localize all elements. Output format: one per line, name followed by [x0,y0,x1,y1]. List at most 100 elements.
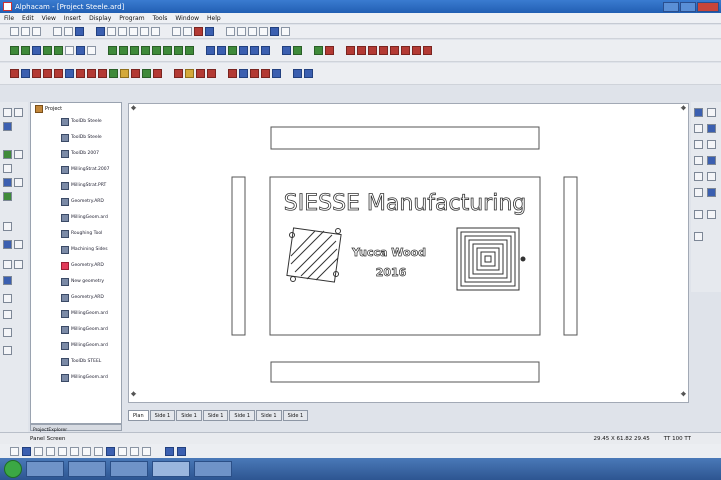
chain-icon[interactable] [3,222,12,231]
arc-icon[interactable] [21,46,30,55]
color-3-icon[interactable] [368,46,377,55]
tab-side[interactable]: Side 1 [282,410,309,421]
measure-distance-icon[interactable] [3,240,12,249]
view-back-icon[interactable] [707,140,716,149]
taskbar-browser[interactable] [68,461,106,477]
shade-icon[interactable] [304,69,313,78]
new-icon[interactable] [10,27,19,36]
rotate-icon[interactable] [32,69,41,78]
snap-off-icon[interactable] [177,446,186,456]
view-front-icon[interactable] [707,108,716,117]
pan-icon[interactable] [140,27,149,36]
tree-item[interactable]: MillingGeom.ard [61,341,108,350]
delete-icon[interactable] [325,46,334,55]
taskbar-alphacam[interactable] [152,461,190,477]
tab-side[interactable]: Side 1 [176,410,202,421]
taskbar-explorer[interactable] [26,461,64,477]
list-icon[interactable] [14,260,23,269]
measure-angle-icon[interactable] [14,240,23,249]
view-rotate-icon[interactable] [694,172,703,181]
scale-icon[interactable] [54,69,63,78]
zoom-out-icon[interactable] [118,27,127,36]
tree-item[interactable]: ToolDb STEEL [61,357,101,366]
view-icon[interactable] [205,27,214,36]
leader-icon[interactable] [207,69,216,78]
settings-icon[interactable] [3,328,12,337]
tree-item[interactable]: MillingStrat.2007 [61,165,109,174]
snap-angle-icon[interactable] [130,446,139,456]
color-6-icon[interactable] [401,46,410,55]
move-icon[interactable] [10,69,19,78]
window-icon[interactable] [270,27,279,36]
redraw-icon[interactable] [151,27,160,36]
snap-icon[interactable] [226,27,235,36]
view-top-icon[interactable] [694,108,703,117]
snap-grid-icon[interactable] [94,446,103,456]
close-button[interactable] [697,1,719,12]
view-prev-icon[interactable] [694,188,703,197]
zoom-all-icon[interactable] [129,27,138,36]
nest-icon[interactable] [293,46,302,55]
text-icon[interactable] [65,46,74,55]
array-icon[interactable] [65,69,74,78]
view-next-icon[interactable] [707,188,716,197]
annotate-icon[interactable] [196,69,205,78]
trim-icon[interactable] [76,69,85,78]
machine-icon[interactable] [250,46,259,55]
view-fit-icon[interactable] [707,172,716,181]
select-icon[interactable] [3,108,12,117]
select-all-icon[interactable] [14,108,23,117]
break-icon[interactable] [98,69,107,78]
menu-view[interactable]: View [42,15,56,22]
color-5-icon[interactable] [390,46,399,55]
origin-icon[interactable] [3,294,12,303]
dimension-icon[interactable] [174,69,183,78]
hatch-icon[interactable] [185,69,194,78]
ortho-icon[interactable] [248,27,257,36]
layer-move-icon[interactable] [250,69,259,78]
snap-nearest-icon[interactable] [58,446,67,456]
tree-item[interactable]: MillingGeom.ard [61,309,108,318]
snap-polar-icon[interactable] [142,446,151,456]
zoom-in-icon[interactable] [107,27,116,36]
start-button[interactable] [4,460,22,478]
join-icon[interactable] [109,69,118,78]
measure-icon[interactable] [259,27,268,36]
toolpath-icon[interactable] [3,276,12,285]
simulate-icon[interactable] [206,46,215,55]
menu-window[interactable]: Window [175,15,199,22]
profile-icon[interactable] [163,46,172,55]
tag-icon[interactable] [3,192,12,201]
window-select-icon[interactable] [3,122,12,131]
tree-item[interactable]: Geometry.ARD [61,293,104,302]
lock-icon[interactable] [14,150,23,159]
verify-icon[interactable] [217,46,226,55]
properties-icon[interactable] [183,27,192,36]
taskbar-media[interactable] [110,461,148,477]
view-expand-icon[interactable] [694,232,703,241]
pick-icon[interactable] [3,178,12,187]
deselect-icon[interactable] [14,178,23,187]
stop-icon[interactable] [194,27,203,36]
circle-icon[interactable] [32,46,41,55]
drill-icon[interactable] [130,46,139,55]
menu-file[interactable]: File [4,15,14,22]
finish-icon[interactable] [185,46,194,55]
tree-item[interactable]: MillingGeom.ard [61,213,108,222]
taskbar-app[interactable] [194,461,232,477]
snap-center-icon[interactable] [34,446,43,456]
chamfer-icon[interactable] [131,69,140,78]
split-icon[interactable] [142,69,151,78]
post-icon[interactable] [228,46,237,55]
color-7-icon[interactable] [412,46,421,55]
view-bottom-icon[interactable] [694,156,703,165]
fillet-icon[interactable] [87,46,96,55]
contour-icon[interactable] [152,46,161,55]
save-icon[interactable] [32,27,41,36]
print-icon[interactable] [75,27,84,36]
3d-view-icon[interactable] [293,69,302,78]
sheet-icon[interactable] [314,46,323,55]
offset-icon[interactable] [76,46,85,55]
material-icon[interactable] [282,46,291,55]
view-iso-icon[interactable] [694,140,703,149]
